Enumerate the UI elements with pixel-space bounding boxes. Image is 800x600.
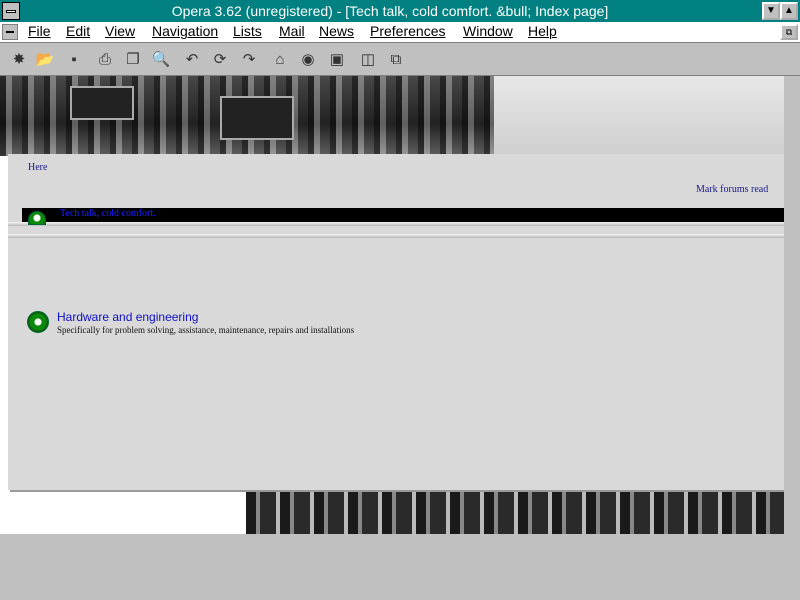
split-window-icon[interactable]: ◫ — [357, 49, 379, 69]
footer-banner-image — [246, 490, 784, 534]
forum-index-panel: Here Mark forums read Tech talk, cold co… — [8, 154, 784, 490]
banner-wall-graphic — [494, 76, 784, 156]
new-posts-icon — [28, 211, 46, 225]
row-divider — [8, 222, 784, 226]
forward-icon[interactable]: ↷ — [238, 49, 260, 69]
open-icon[interactable]: 📂 — [34, 49, 56, 69]
category-title[interactable]: Tech talk, cold comfort. — [60, 208, 156, 219]
menu-bar: File Edit View Navigation Lists Mail New… — [0, 22, 800, 43]
restore-button[interactable]: ⧉ — [780, 24, 798, 40]
banner-chip-graphic — [70, 86, 134, 120]
reload-icon[interactable]: ⟳ — [209, 49, 231, 69]
back-icon[interactable]: ↶ — [181, 49, 203, 69]
menu-navigation[interactable]: Navigation — [152, 23, 218, 39]
row-divider — [8, 234, 784, 238]
header-banner-image — [0, 76, 784, 156]
menu-mail[interactable]: Mail — [279, 23, 305, 39]
system-menu-icon — [6, 10, 16, 13]
title-bar: Opera 3.62 (unregistered) - [Tech talk, … — [0, 0, 800, 22]
save-icon[interactable]: ▪ — [63, 49, 85, 69]
document-control-menu[interactable] — [2, 24, 18, 40]
new-posts-icon — [27, 311, 49, 333]
category-header: Tech talk, cold comfort. — [22, 208, 784, 222]
find-icon[interactable]: 🔍 — [150, 49, 172, 69]
menu-window[interactable]: Window — [463, 23, 513, 39]
menu-help[interactable]: Help — [528, 23, 557, 39]
page-viewport: Here Mark forums read Tech talk, cold co… — [0, 76, 784, 534]
mark-forums-read-link[interactable]: Mark forums read — [696, 184, 768, 195]
menu-view[interactable]: View — [105, 23, 135, 39]
menu-preferences[interactable]: Preferences — [370, 23, 445, 39]
menu-file[interactable]: File — [28, 23, 51, 39]
minimize-button[interactable]: ▼ — [762, 2, 780, 20]
images-icon[interactable]: ▣ — [326, 49, 348, 69]
system-menu-button[interactable] — [2, 2, 20, 20]
new-page-icon[interactable]: ✸ — [8, 49, 30, 69]
hotlist-icon[interactable]: ◉ — [297, 49, 319, 69]
maximize-button[interactable]: ▲ — [780, 2, 798, 20]
banner-chip-graphic — [220, 96, 294, 140]
home-icon[interactable]: ⌂ — [269, 49, 291, 69]
copy-icon[interactable]: ❐ — [122, 49, 144, 69]
menu-news[interactable]: News — [319, 23, 354, 39]
cascade-windows-icon[interactable]: ⧉ — [385, 49, 407, 69]
print-icon[interactable]: ⎙ — [94, 49, 116, 69]
menu-edit[interactable]: Edit — [66, 23, 90, 39]
menu-lists[interactable]: Lists — [233, 23, 262, 39]
window-title: Opera 3.62 (unregistered) - [Tech talk, … — [171, 3, 609, 19]
toolbar: ✸ 📂 ▪ ⎙ ❐ 🔍 ↶ ⟳ ↷ ⌂ ◉ ▣ ◫ ⧉ — [0, 43, 800, 76]
forum-description: Specifically for problem solving, assist… — [57, 325, 355, 335]
document-control-icon — [6, 31, 14, 33]
home-link-top[interactable]: Here — [28, 162, 47, 173]
forum-name-link[interactable]: Hardware and engineering — [57, 310, 198, 324]
